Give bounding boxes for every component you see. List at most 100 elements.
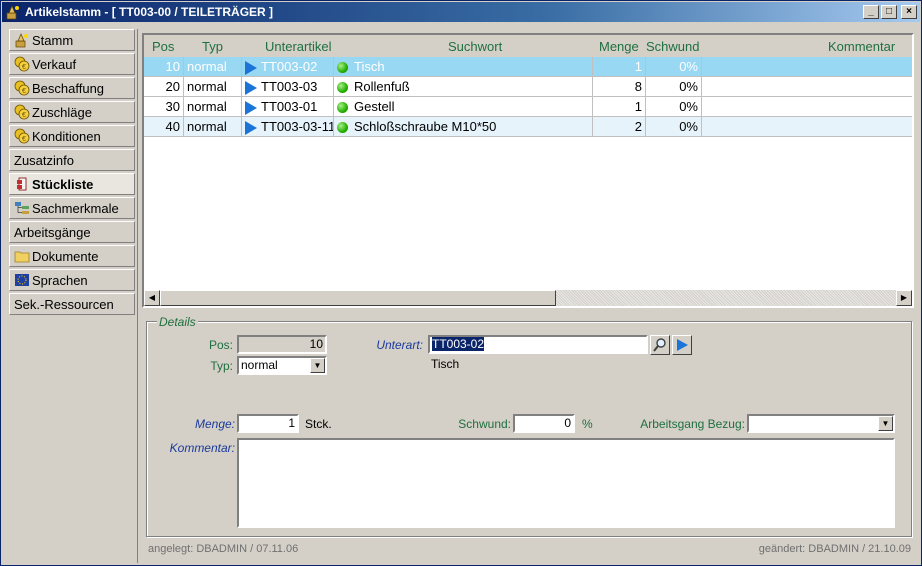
scroll-thumb[interactable]: [160, 290, 556, 306]
cell-suchwort: Rollenfuß: [334, 77, 593, 97]
kommentar-label: Kommentar:: [169, 441, 235, 455]
coins-icon: €: [14, 56, 30, 72]
cell-menge: 1: [593, 57, 646, 77]
arbeitsgang-bezug-dropdown[interactable]: ▼: [747, 414, 895, 433]
chevron-down-icon[interactable]: ▼: [878, 416, 893, 431]
table-row[interactable]: 20 normal TT003-03 Rollenfuß 8 0%: [144, 77, 912, 97]
unterart-label: Unterart:: [376, 338, 423, 352]
sidebar-item-zuschlaege[interactable]: € Zuschläge: [9, 101, 135, 123]
sidebar-item-sachmerkmale[interactable]: Sachmerkmale: [9, 197, 135, 219]
sidebar-item-label: Zusatzinfo: [14, 152, 74, 168]
sidebar-item-arbeitsgaenge[interactable]: Arbeitsgänge: [9, 221, 135, 243]
table-row[interactable]: 40 normal TT003-03-11 Schloßschraube M10…: [144, 117, 912, 137]
table-row[interactable]: 30 normal TT003-01 Gestell 1 0%: [144, 97, 912, 117]
navigate-button[interactable]: [672, 335, 692, 355]
cell-schwund: 0%: [646, 77, 702, 97]
sidebar-item-label: Konditionen: [32, 128, 101, 144]
scroll-left-button[interactable]: ◀: [144, 290, 160, 306]
column-header-kommentar[interactable]: Kommentar: [828, 39, 895, 54]
sidebar-item-stueckliste[interactable]: Stückliste: [9, 173, 135, 195]
sidebar-item-sprachen[interactable]: Sprachen: [9, 269, 135, 291]
cell-pos: 30: [144, 97, 184, 117]
cell-typ: normal: [184, 117, 242, 137]
sidebar-item-zusatzinfo[interactable]: Zusatzinfo: [9, 149, 135, 171]
sidebar-item-label: Sprachen: [32, 272, 88, 288]
status-green-icon: [337, 122, 348, 134]
schwund-label: Schwund:: [458, 417, 511, 431]
grid-header: Pos Typ Unterartikel Suchwort Menge Schw…: [144, 35, 912, 57]
sidebar-item-konditionen[interactable]: € Konditionen: [9, 125, 135, 147]
kommentar-textarea[interactable]: [237, 438, 895, 528]
sidebar-item-label: Sachmerkmale: [32, 200, 119, 216]
pos-label: Pos:: [208, 338, 233, 352]
sidebar-item-beschaffung[interactable]: € Beschaffung: [9, 77, 135, 99]
navigate-arrow-icon[interactable]: [245, 60, 257, 75]
coins-icon: €: [14, 80, 30, 96]
cell-pos: 40: [144, 117, 184, 137]
schwund-field[interactable]: 0: [513, 414, 575, 433]
sidebar: Stamm € Verkauf € Beschaffung € Zuschläg…: [9, 29, 135, 317]
changed-info: geändert: DBADMIN / 21.10.09: [758, 543, 911, 555]
arbeitsgang-bezug-label: Arbeitsgang Bezug:: [640, 417, 745, 431]
svg-text:€: €: [22, 88, 26, 95]
horizontal-scrollbar[interactable]: ◀ ▶: [144, 290, 912, 306]
navigate-arrow-icon[interactable]: [245, 80, 257, 95]
status-green-icon: [337, 62, 348, 74]
close-button[interactable]: ×: [901, 5, 917, 19]
cell-suchwort: Tisch: [334, 57, 593, 77]
cell-typ: normal: [184, 77, 242, 97]
typ-dropdown[interactable]: normal ▼: [237, 356, 327, 375]
sidebar-item-stamm[interactable]: Stamm: [9, 29, 135, 51]
column-header-typ[interactable]: Typ: [202, 39, 223, 54]
sidebar-item-dokumente[interactable]: Dokumente: [9, 245, 135, 267]
sidebar-item-label: Verkauf: [32, 56, 77, 72]
details-group: Details Pos: 10 Typ: normal ▼ Unterart: …: [146, 315, 912, 537]
tree-icon: [15, 202, 29, 214]
schwund-unit: %: [582, 417, 593, 431]
sidebar-item-label: Stamm: [32, 32, 74, 48]
cell-kommentar: [702, 97, 912, 117]
column-header-schwund[interactable]: Schwund: [646, 39, 699, 54]
details-legend: Details: [157, 315, 198, 329]
unterart-input[interactable]: TT003-02: [428, 335, 648, 354]
menge-unit: Stck.: [305, 417, 332, 431]
pos-field[interactable]: 10: [237, 335, 327, 354]
sidebar-item-verkauf[interactable]: € Verkauf: [9, 53, 135, 75]
navigate-arrow-icon[interactable]: [245, 100, 257, 115]
cell-kommentar: [702, 117, 912, 137]
chevron-down-icon[interactable]: ▼: [310, 358, 325, 373]
created-info: angelegt: DBADMIN / 07.11.06: [148, 543, 299, 555]
status-green-icon: [337, 102, 348, 114]
menge-field[interactable]: 1: [237, 414, 299, 433]
sidebar-item-label: Stückliste: [32, 176, 94, 192]
cell-menge: 2: [593, 117, 646, 137]
svg-text:€: €: [22, 136, 26, 143]
status-green-icon: [337, 82, 348, 94]
column-header-menge[interactable]: Menge: [599, 39, 639, 54]
sidebar-item-sek-ressourcen[interactable]: Sek.-Ressourcen: [9, 293, 135, 315]
scroll-right-button[interactable]: ▶: [896, 290, 912, 306]
sidebar-item-label: Arbeitsgänge: [14, 224, 91, 240]
cell-typ: normal: [184, 97, 242, 117]
unterart-description: Tisch: [431, 357, 460, 371]
cell-schwund: 0%: [646, 97, 702, 117]
column-header-unterartikel[interactable]: Unterartikel: [265, 39, 331, 54]
cell-unterartikel: TT003-03: [242, 77, 334, 97]
cell-pos: 10: [144, 57, 184, 77]
navigate-arrow-icon[interactable]: [245, 120, 257, 135]
svg-text:€: €: [22, 112, 26, 119]
folder-icon: [14, 251, 30, 263]
cell-unterartikel: TT003-01: [242, 97, 334, 117]
column-header-pos[interactable]: Pos: [152, 39, 174, 54]
cell-unterartikel: TT003-03-11: [242, 117, 334, 137]
cell-menge: 8: [593, 77, 646, 97]
title-bar[interactable]: Artikelstamm - [ TT003-00 / TEILETRÄGER …: [2, 2, 920, 22]
column-header-suchwort[interactable]: Suchwort: [448, 39, 502, 54]
table-row[interactable]: 10 normal TT003-02 Tisch 1 0%: [144, 57, 912, 77]
eu-flag-icon: [15, 274, 29, 286]
search-icon: [653, 338, 666, 352]
minimize-button[interactable]: _: [863, 5, 879, 19]
coins-icon: €: [14, 128, 30, 144]
maximize-button[interactable]: □: [881, 5, 897, 19]
search-button[interactable]: [650, 335, 670, 355]
